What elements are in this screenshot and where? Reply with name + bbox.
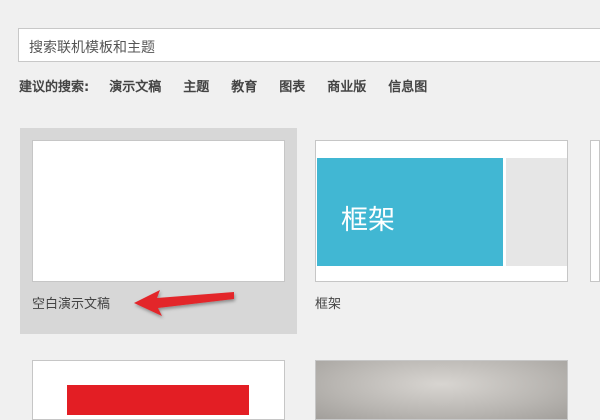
- frame-side-panel: [506, 158, 567, 266]
- suggestion-presentation[interactable]: 演示文稿: [109, 76, 161, 95]
- template-thumbnail-red: [32, 360, 285, 420]
- suggestion-business[interactable]: 商业版: [327, 76, 366, 95]
- template-frame[interactable]: 框架 框架: [303, 128, 580, 334]
- template-gray-gradient[interactable]: [303, 350, 580, 420]
- suggestion-infographic[interactable]: 信息图: [388, 76, 427, 95]
- frame-thumbnail-title: 框架: [341, 205, 395, 236]
- template-label-blank: 空白演示文稿: [32, 297, 111, 312]
- template-thumbnail-blank: [32, 140, 285, 282]
- template-thumbnail-gray: [315, 360, 568, 420]
- red-title-bar: [67, 385, 249, 415]
- template-red-title[interactable]: [20, 350, 297, 420]
- template-partial-right[interactable]: [590, 128, 600, 334]
- search-input[interactable]: 搜索联机模板和主题: [18, 28, 600, 62]
- template-thumbnail-partial: [590, 140, 600, 282]
- template-blank-presentation[interactable]: 空白演示文稿: [20, 128, 297, 334]
- suggestion-chart[interactable]: 图表: [279, 76, 305, 95]
- search-placeholder: 搜索联机模板和主题: [29, 40, 155, 56]
- suggestion-education[interactable]: 教育: [231, 76, 257, 95]
- suggested-searches-label: 建议的搜索:: [19, 80, 90, 95]
- suggested-searches: 建议的搜索: 演示文稿 主题 教育 图表 商业版 信息图: [19, 76, 449, 95]
- frame-title-block: 框架: [317, 158, 503, 266]
- suggestion-theme[interactable]: 主题: [183, 76, 209, 95]
- template-label-frame: 框架: [315, 297, 342, 312]
- template-thumbnail-frame: 框架: [315, 140, 568, 282]
